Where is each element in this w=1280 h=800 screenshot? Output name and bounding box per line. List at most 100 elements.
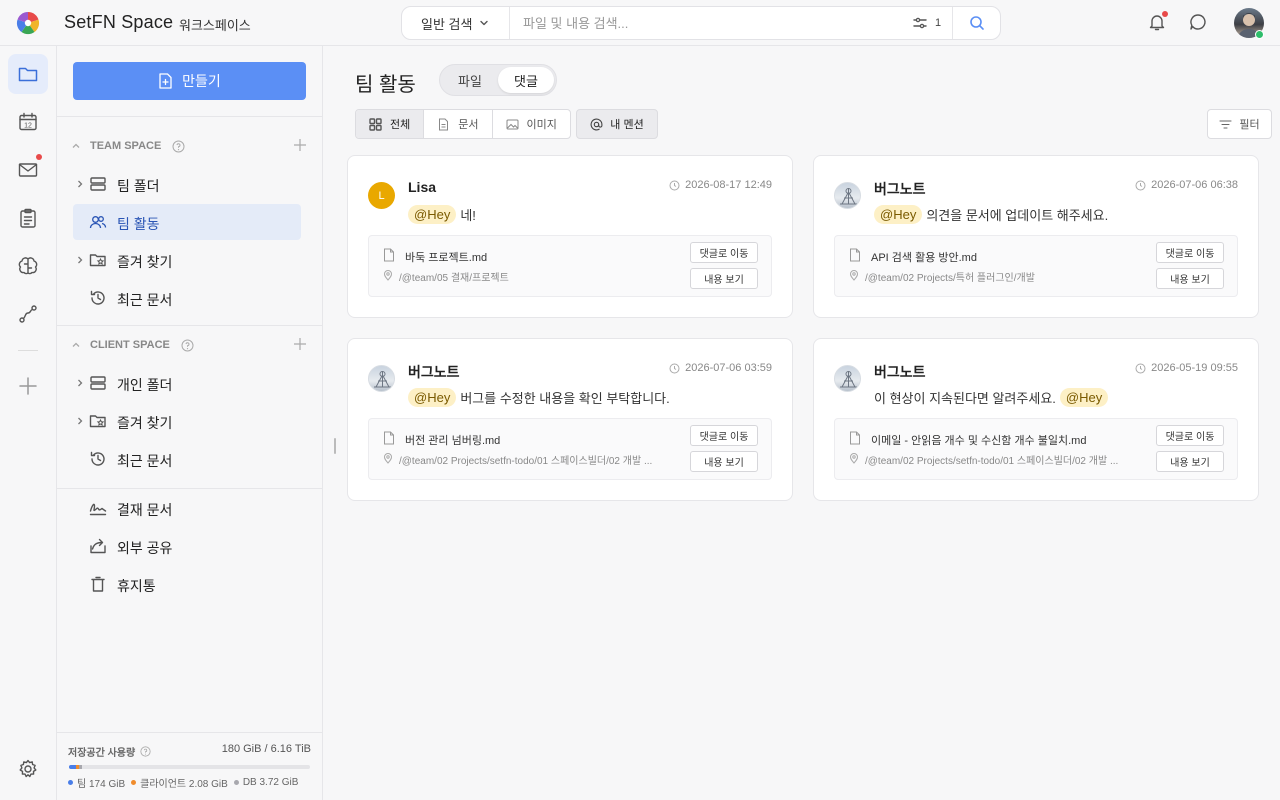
storage-title-text: 저장공간 사용량 xyxy=(68,748,136,759)
sidebar-item-client-recent[interactable]: 최근 문서 xyxy=(73,441,301,477)
storage-bar-segment xyxy=(78,765,82,769)
rail-workflow-button[interactable] xyxy=(8,294,48,334)
view-content-button[interactable]: 내용 보기 xyxy=(690,268,758,289)
chip-documents[interactable]: 문서 xyxy=(424,110,493,138)
chat-button[interactable] xyxy=(1188,12,1208,32)
storage-legend-item: 팀 174 GiB xyxy=(68,775,125,790)
view-content-button[interactable]: 내용 보기 xyxy=(1156,268,1224,289)
file-name[interactable]: API 검색 활용 방안.md xyxy=(871,249,977,265)
search-button[interactable] xyxy=(952,7,1000,39)
sidebar-item-team-favorites[interactable]: 즐겨 찾기 xyxy=(73,242,301,278)
settings-icon xyxy=(19,759,37,778)
main-content: 팀 활동 파일 댓글 전체 문서 이미지 내 멘션 필터 L Lisa 2026-0… xyxy=(323,46,1280,800)
comment-text: 이 현상이 지속된다면 알려주세요. xyxy=(874,391,1056,406)
rail-mail-button[interactable] xyxy=(8,150,48,190)
app-logo-icon[interactable] xyxy=(16,11,40,35)
help-icon[interactable] xyxy=(181,339,194,352)
file-path: /@team/02 Projects/특허 플러그인/개발 xyxy=(865,273,1035,284)
comment-text: 네! xyxy=(460,208,476,223)
author-avatar[interactable] xyxy=(834,182,861,209)
sidebar-item-personal-folder[interactable]: 개인 폴더 xyxy=(73,365,301,401)
author-avatar[interactable] xyxy=(368,365,395,392)
author-avatar[interactable] xyxy=(834,365,861,392)
top-bar: SetFN Space 워크스페이스 일반 검색 1 xyxy=(0,0,1280,46)
rail-settings-button[interactable] xyxy=(8,749,48,789)
go-to-comment-button[interactable]: 댓글로 이동 xyxy=(1156,242,1224,263)
rail-add-button[interactable] xyxy=(8,366,48,406)
at-sign-icon xyxy=(590,118,603,130)
comment-author: 버그노트 xyxy=(874,364,926,380)
comment-card[interactable]: 버그노트 2026-05-19 09:55 이 현상이 지속된다면 알려주세요. @H… xyxy=(813,338,1259,501)
comment-card[interactable]: 버그노트 2026-07-06 03:59 @Hey 버그를 수정한 내용을 확인 부… xyxy=(347,338,793,501)
search-icon xyxy=(969,16,984,30)
comment-card[interactable]: L Lisa 2026-08-17 12:49 @Hey 네! 바둑 프로젝트.md /@t… xyxy=(347,155,793,318)
sidebar-item-label: 즐겨 찾기 xyxy=(117,254,173,270)
sidebar-item-team-activity[interactable]: 팀 활동 xyxy=(73,204,301,240)
my-mentions-button[interactable]: 내 멘션 xyxy=(576,109,658,139)
chevron-up-icon xyxy=(72,342,80,347)
create-button[interactable]: 만들기 xyxy=(73,62,306,100)
client-space-header[interactable]: CLIENT SPACE xyxy=(71,335,307,355)
go-to-comment-button[interactable]: 댓글로 이동 xyxy=(690,242,758,263)
mention-tag[interactable]: @Hey xyxy=(1059,388,1109,407)
mention-tag[interactable]: @Hey xyxy=(874,205,923,224)
go-to-comment-button[interactable]: 댓글로 이동 xyxy=(690,425,758,446)
sidebar-item-team-recent[interactable]: 최근 문서 xyxy=(73,280,301,316)
sidebar-item-client-favorites[interactable]: 즐겨 찾기 xyxy=(73,403,301,439)
file-name[interactable]: 바둑 프로젝트.md xyxy=(405,249,487,265)
search-filter-button[interactable]: 1 xyxy=(913,16,941,30)
storage-legend-item: 클라이언트 2.08 GiB xyxy=(131,775,228,790)
attached-file: API 검색 활용 방안.md /@team/02 Projects/특허 플러그… xyxy=(834,235,1238,297)
storage-total: 180 GiB / 6.16 TiB xyxy=(221,743,311,755)
view-content-button[interactable]: 내용 보기 xyxy=(690,451,758,472)
calendar-icon: 12 xyxy=(19,112,37,131)
help-icon[interactable] xyxy=(172,140,185,153)
search-mode-select[interactable]: 일반 검색 xyxy=(402,7,510,39)
file-icon xyxy=(384,248,394,262)
sidebar-item-approval-docs[interactable]: 결재 문서 xyxy=(73,490,301,526)
chip-all[interactable]: 전체 xyxy=(356,110,425,138)
comment-card[interactable]: 버그노트 2026-07-06 06:38 @Hey 의견을 문서에 업데이트 해주세… xyxy=(813,155,1259,318)
help-icon[interactable] xyxy=(140,746,151,757)
sidebar-item-external-share[interactable]: 외부 공유 xyxy=(73,528,301,564)
author-avatar[interactable]: L xyxy=(368,182,395,209)
sidebar-item-trash[interactable]: 휴지통 xyxy=(73,566,301,602)
mention-tag[interactable]: @Hey xyxy=(408,205,457,224)
server-icon xyxy=(90,177,106,191)
file-icon xyxy=(850,431,860,445)
search-input[interactable] xyxy=(523,7,903,39)
filter-button[interactable]: 필터 xyxy=(1207,109,1272,139)
tab-comments[interactable]: 댓글 xyxy=(498,67,554,93)
sidebar-item-label: 즐겨 찾기 xyxy=(117,415,173,431)
go-to-comment-button[interactable]: 댓글로 이동 xyxy=(1156,425,1224,446)
storage-legend-item: DB 3.72 GiB xyxy=(233,777,298,788)
file-name[interactable]: 이메일 - 안읽음 개수 및 수신함 개수 불일치.md xyxy=(871,432,1086,448)
mention-tag[interactable]: @Hey xyxy=(408,388,457,407)
clock-icon xyxy=(669,363,680,373)
server-icon xyxy=(90,376,106,390)
chevron-right-icon xyxy=(78,256,83,264)
client-space-add-icon[interactable] xyxy=(293,337,307,351)
rail-calendar-button[interactable]: 12 xyxy=(8,102,48,142)
sidebar-item-label: 최근 문서 xyxy=(117,292,173,308)
client-space-title: CLIENT SPACE xyxy=(90,339,170,351)
sidebar-resize-handle[interactable] xyxy=(334,438,336,454)
rail-tasks-button[interactable] xyxy=(8,198,48,238)
chevron-right-icon xyxy=(78,180,83,188)
team-space-add-icon[interactable] xyxy=(293,138,307,152)
mail-icon xyxy=(18,163,38,177)
rail-files-button[interactable] xyxy=(8,54,48,94)
tab-files[interactable]: 파일 xyxy=(442,67,498,93)
rail-ai-button[interactable] xyxy=(8,246,48,286)
sidebar-item-team-folder[interactable]: 팀 폴더 xyxy=(73,166,301,202)
legend-dot xyxy=(68,780,73,785)
file-plus-icon xyxy=(159,73,172,89)
history-icon xyxy=(90,290,105,305)
workspace-name[interactable]: 워크스페이스 xyxy=(179,15,251,34)
file-name[interactable]: 버전 관리 넘버링.md xyxy=(405,432,500,448)
view-content-button[interactable]: 내용 보기 xyxy=(1156,451,1224,472)
clipboard-icon xyxy=(20,208,36,228)
chip-images[interactable]: 이미지 xyxy=(493,110,570,138)
comment-message: @Hey 네! xyxy=(408,205,476,224)
team-space-header[interactable]: TEAM SPACE xyxy=(71,136,307,156)
